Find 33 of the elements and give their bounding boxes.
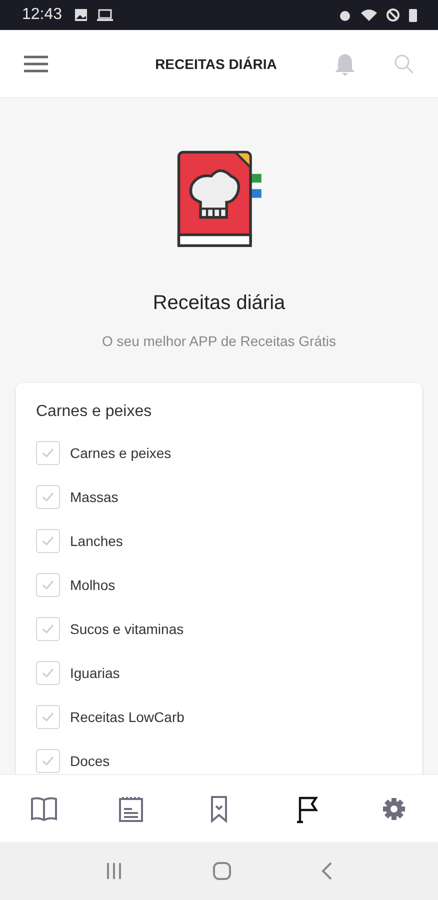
status-time: 12:43 — [22, 6, 62, 24]
checkbox[interactable] — [36, 617, 60, 641]
card-title: Carnes e peixes — [36, 403, 153, 421]
category-label: Sucos e vitaminas — [70, 621, 184, 637]
checkbox[interactable] — [36, 573, 60, 597]
check-icon — [41, 623, 55, 635]
category-label: Molhos — [70, 577, 116, 593]
category-label: Massas — [70, 489, 118, 505]
category-label: Carnes e peixes — [70, 445, 172, 461]
category-label: Receitas LowCarb — [70, 709, 184, 725]
app-name: Receitas diária — [152, 292, 286, 315]
check-icon — [41, 535, 55, 547]
checkbox[interactable] — [36, 705, 60, 729]
laptop-icon — [96, 8, 114, 22]
image-icon — [74, 8, 88, 22]
checkbox[interactable] — [36, 529, 60, 553]
check-icon — [41, 755, 55, 767]
check-icon — [41, 667, 55, 679]
checkbox[interactable] — [36, 485, 60, 509]
app-title: RECEITAS DIÁRIA — [154, 56, 278, 72]
checkbox[interactable] — [36, 661, 60, 685]
category-label: Doces — [70, 753, 110, 769]
do-not-disturb-icon — [386, 8, 400, 22]
check-icon — [41, 711, 55, 723]
checkbox[interactable] — [36, 749, 60, 773]
check-icon — [41, 447, 55, 459]
category-label: Iguarias — [70, 665, 120, 681]
app-tagline: O seu melhor APP de Receitas Grátis — [102, 333, 336, 349]
checkbox[interactable] — [36, 441, 60, 465]
battery-icon — [408, 7, 418, 23]
check-icon — [41, 579, 55, 591]
check-icon — [41, 491, 55, 503]
category-label: Lanches — [70, 533, 123, 549]
